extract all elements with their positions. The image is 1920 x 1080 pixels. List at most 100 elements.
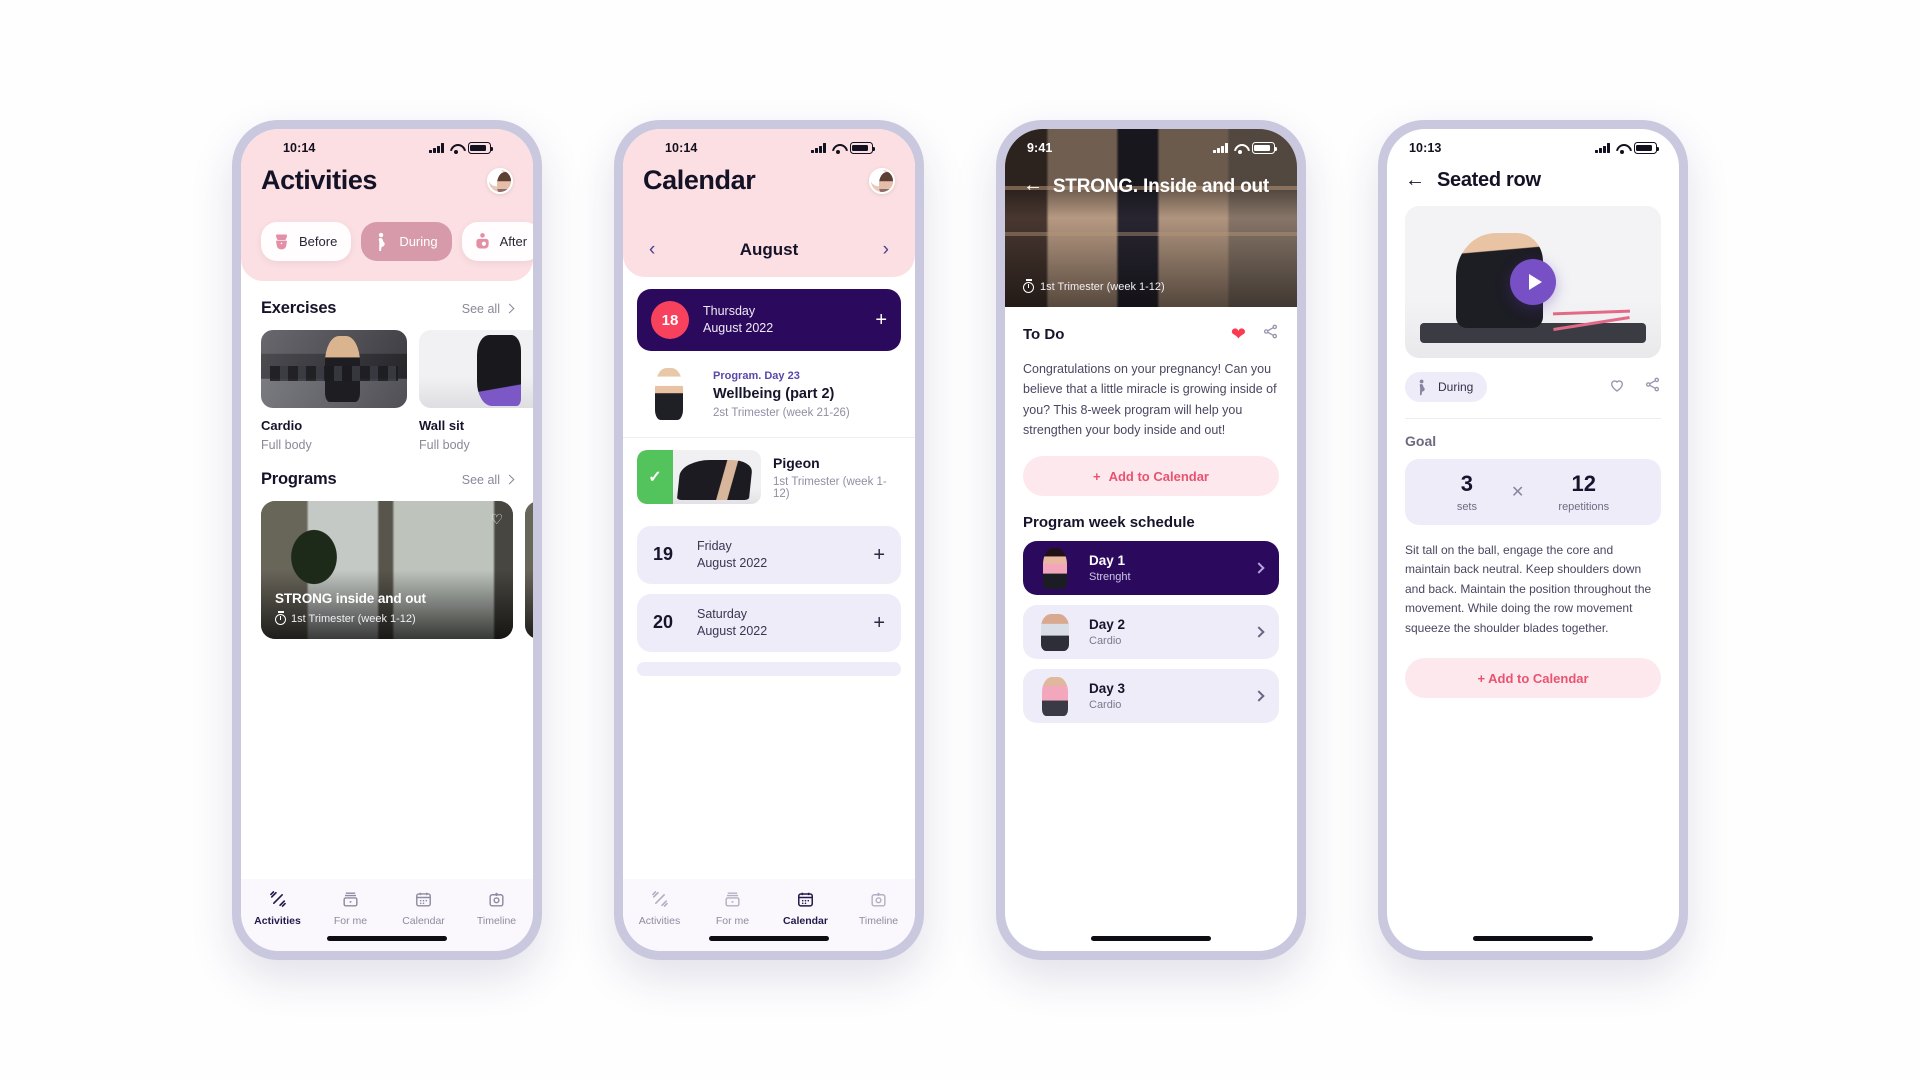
day-thumbnail <box>1033 546 1077 590</box>
exercise-description: Sit tall on the ball, engage the core an… <box>1405 543 1652 635</box>
todo-actions: ❤ <box>1231 323 1279 345</box>
add-event-button[interactable]: + <box>875 310 887 330</box>
event-kicker: Program. Day 23 <box>713 369 800 382</box>
phone-calendar: 10:14 Calendar ‹ August › 18 Thursday Au… <box>614 120 924 960</box>
stage-chip-during[interactable]: During <box>1405 372 1488 402</box>
back-arrow-icon[interactable]: ← <box>1405 169 1425 192</box>
selected-day-card[interactable]: 18 Thursday August 2022 + <box>637 289 901 351</box>
status-icons <box>1595 142 1660 154</box>
stage-segmented-control: Before During After <box>261 222 533 261</box>
breastfeeding-icon <box>475 233 489 249</box>
programs-section-header: Programs See all <box>241 452 533 501</box>
tab-calendar[interactable]: Calendar <box>387 889 460 927</box>
share-icon[interactable] <box>1644 376 1661 398</box>
page-title: Seated row <box>1437 169 1541 191</box>
screen-program: 9:41 ← STRONG. Inside and out 1st Trimes… <box>1005 129 1297 951</box>
day-info: Day 3 Cardio <box>1089 681 1243 711</box>
title-row: ← Seated row <box>1405 163 1661 206</box>
segment-during-label: During <box>399 234 438 249</box>
see-all-exercises[interactable]: See all <box>462 302 515 316</box>
schedule-title: Program week schedule <box>1023 514 1195 531</box>
avatar[interactable] <box>487 167 513 194</box>
share-icon[interactable] <box>1262 323 1279 345</box>
avatar[interactable] <box>869 167 895 194</box>
exercise-video[interactable] <box>1405 206 1661 358</box>
back-arrow-icon[interactable]: ← <box>1023 175 1043 196</box>
signal-icon <box>1595 143 1610 153</box>
day-row-partial[interactable] <box>637 661 901 676</box>
sets-value: 3 <box>1460 471 1474 496</box>
exercise-scroll[interactable]: Goal 3 sets ✕ 12 repetitions Sit tall on… <box>1387 419 1679 951</box>
weekday-label: Thursday <box>703 304 756 319</box>
day-row[interactable]: 20 Saturday August 2022 + <box>637 593 901 652</box>
schedule-day-3[interactable]: Day 3 Cardio <box>1023 669 1279 723</box>
tab-calendar[interactable]: Calendar <box>769 889 842 927</box>
date-label: August 2022 <box>697 623 768 638</box>
activities-scroll[interactable]: Exercises See all Cardio Full body ❤ <box>241 281 533 879</box>
tab-timeline[interactable]: Timeline <box>460 889 533 927</box>
completed-thumbnail: ✓ <box>637 450 761 504</box>
prev-month-button[interactable]: ‹ <box>643 238 661 261</box>
add-event-button[interactable]: + <box>873 545 885 565</box>
tab-for-me[interactable]: For me <box>696 889 769 927</box>
wifi-icon <box>449 143 463 154</box>
tab-for-me[interactable]: For me <box>314 889 387 927</box>
segment-after[interactable]: After <box>461 222 533 261</box>
segment-before[interactable]: Before <box>261 222 352 261</box>
completed-text: Pigeon 1st Trimester (week 1-12) <box>773 455 901 500</box>
exercise-name: Cardio <box>261 418 303 433</box>
tab-activities[interactable]: Activities <box>241 889 314 927</box>
see-all-label: See all <box>461 472 500 487</box>
exercise-card[interactable]: Cardio Full body <box>261 330 407 452</box>
schedule-day-1[interactable]: Day 1 Strenght <box>1023 541 1279 595</box>
heart-outline-icon[interactable] <box>1608 376 1626 399</box>
dumbbell-icon <box>268 889 288 909</box>
schedule-day-2[interactable]: Day 2 Cardio <box>1023 605 1279 659</box>
event-sub: 2st Trimester (week 21-26) <box>713 406 850 419</box>
barre-rail <box>1005 232 1297 237</box>
calendar-scroll[interactable]: 18 Thursday August 2022 + Program. Day 2… <box>623 277 915 879</box>
see-all-programs[interactable]: See all <box>461 472 515 487</box>
program-card[interactable]: ♡ STRONG inside and out 1st Trimester (w… <box>261 501 513 639</box>
hero-title-wrap: ← STRONG. Inside and out <box>1023 175 1281 198</box>
program-card[interactable]: Wellbeing <box>525 501 533 639</box>
exercises-list[interactable]: Cardio Full body ❤ Wall sit Full body <box>241 330 533 452</box>
reps-label: repetitions <box>1558 501 1610 513</box>
play-icon[interactable] <box>1510 259 1556 305</box>
screen-calendar: 10:14 Calendar ‹ August › 18 Thursday Au… <box>623 129 915 951</box>
programs-list[interactable]: ♡ STRONG inside and out 1st Trimester (w… <box>241 501 533 639</box>
completed-event-row[interactable]: ✓ Pigeon 1st Trimester (week 1-12) <box>623 438 915 516</box>
video-stack-icon <box>341 889 360 909</box>
stage-chip-label: During <box>1438 380 1474 394</box>
hero-title: STRONG. Inside and out <box>1052 176 1270 197</box>
add-to-calendar-button[interactable]: + Add to Calendar <box>1405 658 1661 699</box>
program-scroll[interactable]: To Do ❤ Congratulations on your pregnanc… <box>1005 307 1297 951</box>
heart-outline-icon[interactable]: ♡ <box>490 511 503 528</box>
status-icons <box>1213 142 1278 154</box>
segment-during[interactable]: During <box>361 222 452 261</box>
program-meta-label: 1st Trimester (week 1-12) <box>291 613 416 625</box>
add-to-calendar-button[interactable]: + Add to Calendar <box>1023 456 1279 496</box>
signal-icon <box>1213 143 1228 153</box>
goal-sets: 3 sets <box>1457 471 1477 513</box>
event-row[interactable]: Program. Day 23 Wellbeing (part 2) 2st T… <box>623 351 915 438</box>
add-event-button[interactable]: + <box>873 613 885 633</box>
day-row[interactable]: 19 Friday August 2022 + <box>637 526 901 584</box>
program-image <box>525 501 533 639</box>
exercise-target: Full body <box>419 438 470 452</box>
tab-activities[interactable]: Activities <box>623 889 696 927</box>
chevron-right-icon <box>504 474 515 485</box>
pose-figure <box>676 460 754 500</box>
title-row: Calendar <box>643 163 895 196</box>
next-month-button[interactable]: › <box>877 238 895 261</box>
status-bar: 10:13 <box>1405 129 1661 163</box>
event-thumbnail <box>637 365 701 423</box>
tab-timeline[interactable]: Timeline <box>842 889 915 927</box>
exercise-card[interactable]: ❤ Wall sit Full body <box>419 330 533 452</box>
hero-meta-label: 1st Trimester (week 1-12) <box>1040 281 1165 293</box>
pregnant-icon <box>1419 379 1425 396</box>
tab-label: Activities <box>638 915 681 927</box>
segment-before-label: Before <box>299 234 338 249</box>
program-caption: STRONG inside and out 1st Trimester (wee… <box>275 591 501 625</box>
heart-filled-icon[interactable]: ❤ <box>1231 325 1246 343</box>
